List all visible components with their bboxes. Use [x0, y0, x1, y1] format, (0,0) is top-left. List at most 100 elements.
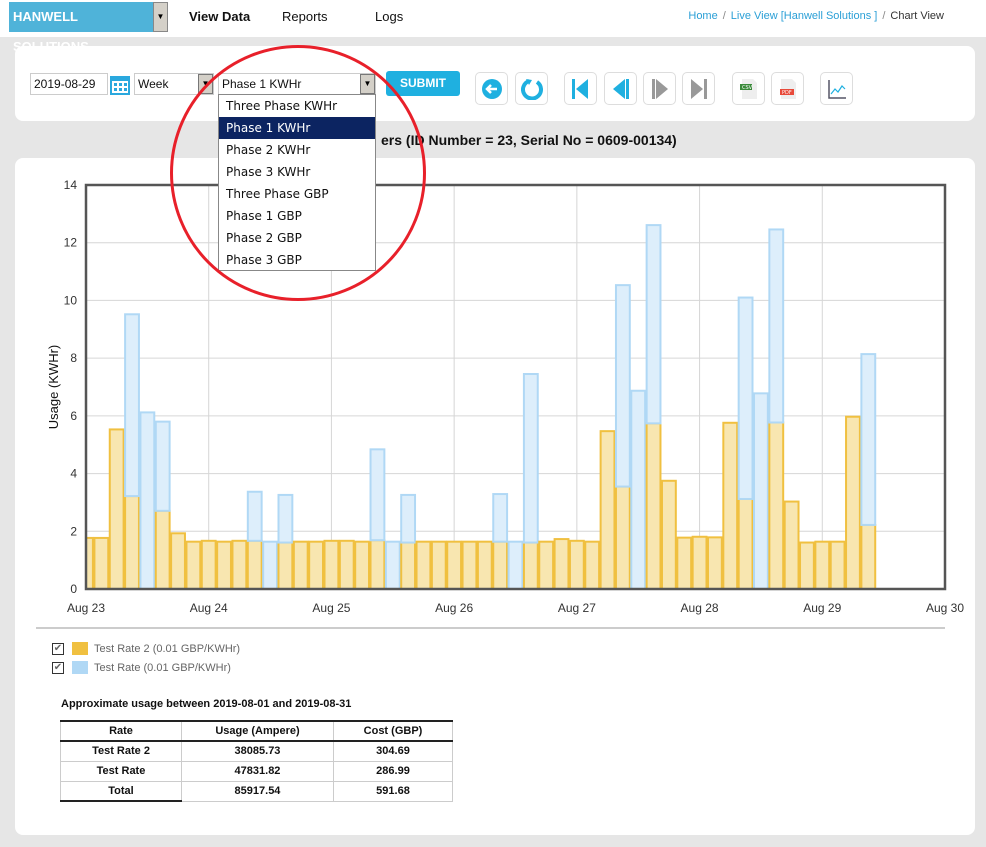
bar-test-rate[interactable] [630, 389, 647, 589]
bar-test-rate-2[interactable] [185, 540, 202, 589]
bar-test-rate[interactable] [737, 296, 754, 500]
table-header: Rate Usage (Ampere) Cost (GBP) [60, 720, 453, 742]
bar-test-rate[interactable] [507, 540, 524, 589]
bar-test-rate[interactable] [369, 448, 386, 542]
bar-test-rate-2[interactable] [553, 538, 570, 589]
checkbox[interactable]: ✔ [52, 661, 64, 674]
bar-test-rate[interactable] [768, 228, 785, 424]
bar-test-rate[interactable] [154, 420, 171, 512]
plot-area [86, 185, 945, 589]
bar-test-rate-2[interactable] [430, 540, 447, 589]
bar-test-rate-2[interactable] [415, 540, 432, 589]
bar-test-rate-2[interactable] [522, 541, 539, 589]
bar-test-rate[interactable] [492, 493, 509, 543]
y-tick-label: 4 [70, 467, 77, 481]
bar-test-rate[interactable] [860, 353, 877, 526]
table-cell: Cost (GBP) [333, 720, 453, 742]
dropdown-option[interactable]: Three Phase GBP [219, 183, 375, 205]
bar-test-rate-2[interactable] [476, 540, 493, 589]
bar-test-rate-2[interactable] [308, 540, 325, 589]
table-cell: 85917.54 [181, 780, 334, 802]
table-cell: 286.99 [333, 760, 453, 782]
bar-test-rate-2[interactable] [400, 541, 417, 589]
bar-test-rate[interactable] [400, 493, 417, 544]
dropdown-option[interactable]: Phase 1 GBP [219, 205, 375, 227]
table-cell: Test Rate [60, 760, 182, 782]
bar-test-rate-2[interactable] [108, 428, 125, 589]
usage-title: Approximate usage between 2019-08-01 and… [61, 698, 352, 710]
bar-test-rate-2[interactable] [722, 421, 739, 589]
bar-test-rate-2[interactable] [599, 430, 616, 589]
bar-test-rate[interactable] [262, 540, 278, 589]
dropdown-option[interactable]: Phase 2 KWHr [219, 139, 375, 161]
bar-test-rate-2[interactable] [231, 539, 248, 589]
bar-test-rate-2[interactable] [216, 540, 232, 589]
bar-test-rate-2[interactable] [154, 509, 171, 589]
usage-table: Rate Usage (Ampere) Cost (GBP) Test Rate 23… [60, 720, 453, 802]
bar-test-rate-2[interactable] [538, 540, 555, 589]
bar-test-rate[interactable] [384, 540, 401, 589]
y-tick-label: 14 [64, 178, 78, 192]
bar-test-rate-2[interactable] [737, 497, 754, 589]
bar-test-rate-2[interactable] [691, 535, 708, 589]
dropdown-option[interactable]: Phase 2 GBP [219, 227, 375, 249]
table-row: Total 85917.54 591.68 [60, 780, 453, 802]
bar-test-rate-2[interactable] [860, 523, 877, 589]
table-cell: Usage (Ampere) [181, 720, 334, 742]
bar-test-rate-2[interactable] [829, 540, 846, 589]
bar-test-rate-2[interactable] [614, 485, 631, 589]
y-tick-label: 10 [64, 293, 78, 307]
bar-test-rate-2[interactable] [246, 539, 263, 589]
x-tick-label: Aug 23 [67, 601, 105, 615]
bar-test-rate-2[interactable] [768, 421, 785, 589]
legend-label: Test Rate (0.01 GBP/KWHr) [94, 661, 231, 674]
bar-test-rate-2[interactable] [706, 536, 723, 589]
bar-test-rate[interactable] [645, 224, 662, 425]
dropdown-option[interactable]: Three Phase KWHr [219, 95, 375, 117]
table-cell: 38085.73 [181, 740, 334, 762]
bar-test-rate-2[interactable] [170, 532, 186, 589]
bar-test-rate-2[interactable] [93, 536, 110, 589]
bar-test-rate-2[interactable] [369, 539, 386, 589]
y-tick-label: 8 [70, 351, 77, 365]
bar-test-rate[interactable] [522, 373, 539, 544]
bar-test-rate-2[interactable] [584, 540, 601, 589]
bar-test-rate-2[interactable] [492, 540, 509, 589]
bar-test-rate-2[interactable] [814, 540, 831, 589]
legend-item-test-rate[interactable]: ✔ Test Rate (0.01 GBP/KWHr) [52, 661, 231, 674]
bar-test-rate-2[interactable] [783, 500, 800, 589]
bar-test-rate-2[interactable] [676, 536, 693, 589]
bar-test-rate-2[interactable] [568, 539, 585, 589]
bar-test-rate-2[interactable] [338, 539, 355, 589]
bar-test-rate-2[interactable] [446, 540, 463, 589]
x-tick-label: Aug 29 [803, 601, 841, 615]
bar-test-rate-2[interactable] [200, 539, 217, 589]
x-tick-label: Aug 27 [558, 601, 596, 615]
bar-test-rate[interactable] [277, 493, 294, 544]
bar-test-rate-2[interactable] [323, 539, 340, 589]
checkbox[interactable]: ✔ [52, 642, 64, 655]
bar-test-rate[interactable] [753, 392, 769, 589]
bar-test-rate-2[interactable] [645, 422, 662, 589]
bar-test-rate[interactable] [139, 411, 156, 589]
bar-test-rate-2[interactable] [799, 541, 815, 589]
dropdown-option[interactable]: Phase 3 GBP [219, 249, 375, 271]
bar-test-rate[interactable] [246, 490, 263, 542]
dropdown-option[interactable]: Phase 1 KWHr [219, 117, 375, 139]
usage-chart: 0 2 4 6 8 10 12 14 Aug 23 Aug 24 Aug 25 Aug 26 Aug 2… [36, 178, 964, 629]
dropdown-option[interactable]: Phase 3 KWHr [219, 161, 375, 183]
x-tick-label: Aug 25 [312, 601, 350, 615]
bar-test-rate-2[interactable] [660, 479, 677, 589]
bar-test-rate-2[interactable] [292, 540, 309, 589]
bar-test-rate-2[interactable] [124, 495, 140, 589]
bar-test-rate-2[interactable] [845, 415, 861, 589]
x-tick-label: Aug 28 [681, 601, 719, 615]
legend-item-test-rate-2[interactable]: ✔ Test Rate 2 (0.01 GBP/KWHr) [52, 642, 240, 655]
bar-test-rate-2[interactable] [461, 540, 478, 589]
bar-test-rate-2[interactable] [277, 541, 294, 589]
table-cell: Total [60, 780, 182, 802]
bar-test-rate[interactable] [124, 313, 140, 498]
bar-test-rate[interactable] [614, 284, 631, 488]
x-tick-label: Aug 30 [926, 601, 964, 615]
bar-test-rate-2[interactable] [354, 540, 371, 589]
